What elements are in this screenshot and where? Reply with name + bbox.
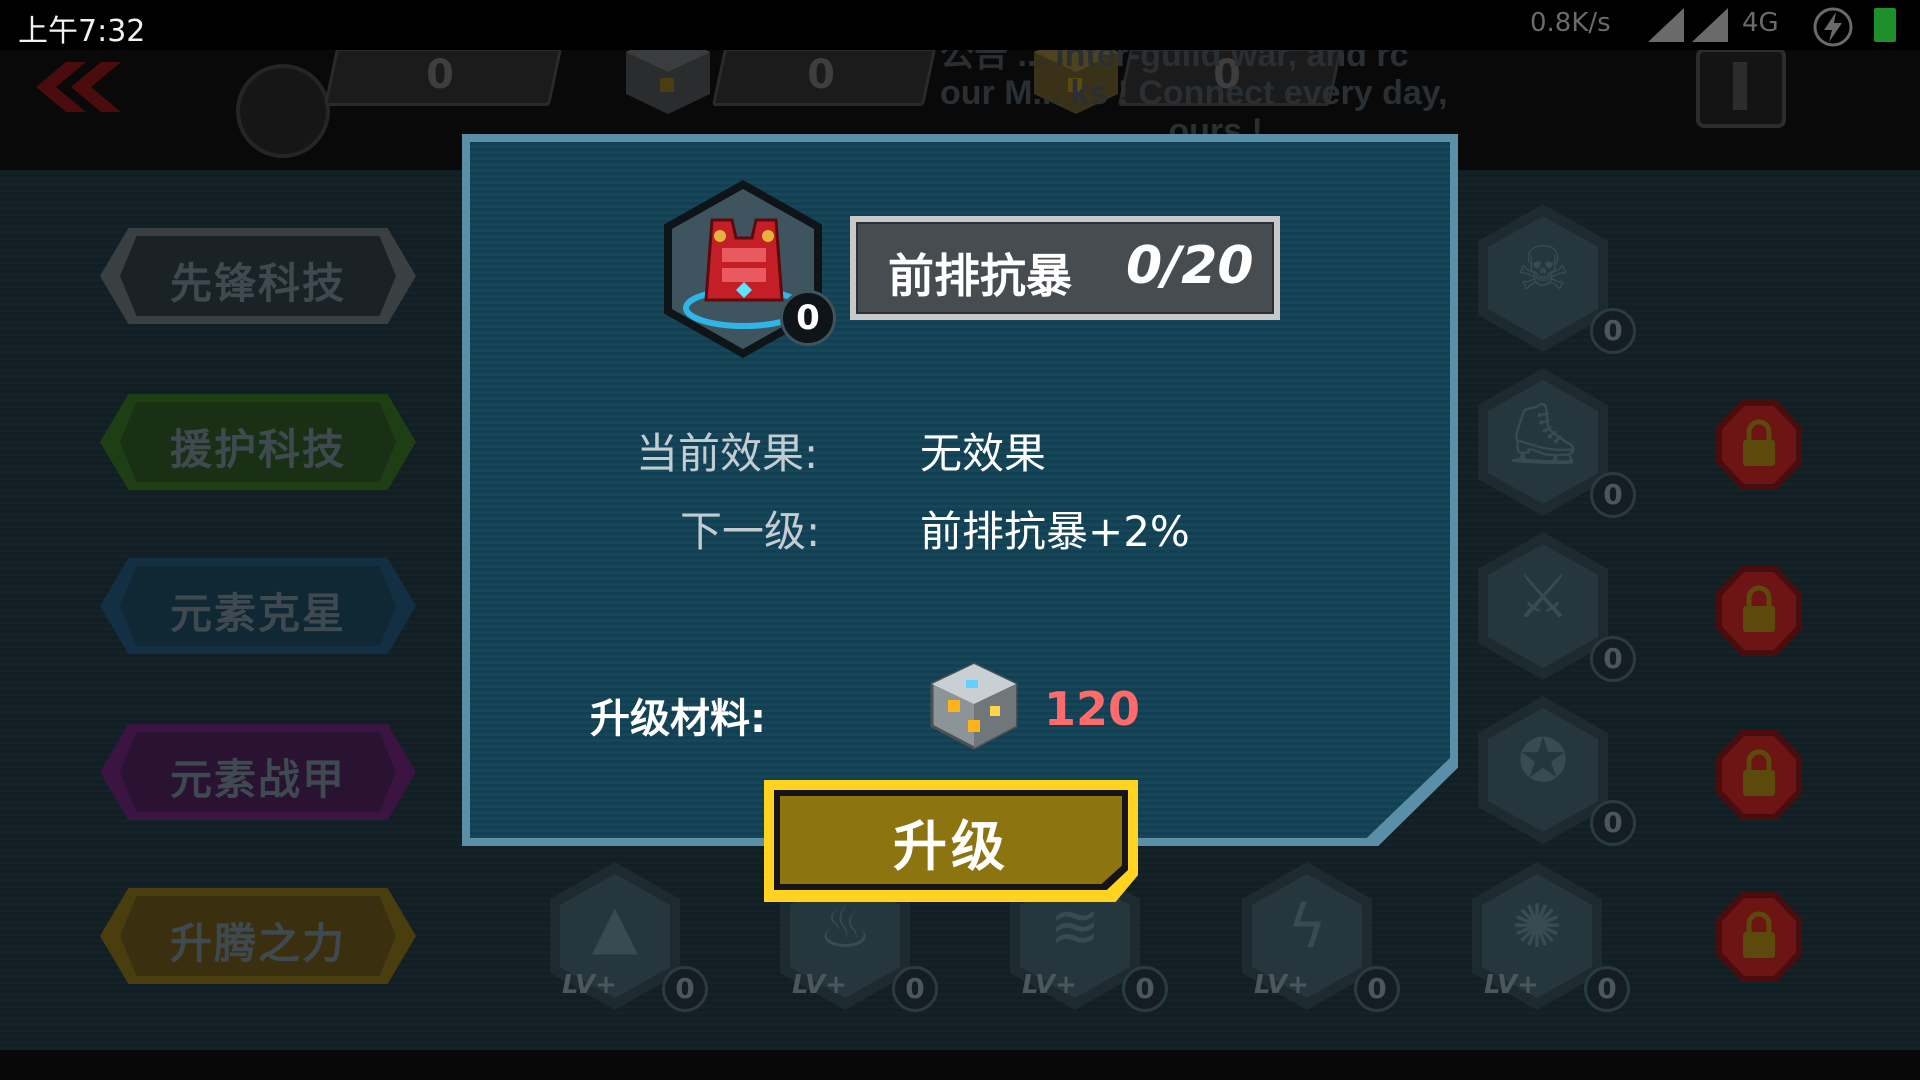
lock-icon [1743, 911, 1775, 958]
category-label: 先锋科技 [169, 259, 346, 308]
category-vanguard-tech[interactable]: 先锋科技 [100, 228, 416, 324]
category-label: 援护科技 [169, 425, 346, 474]
network-speed: 0.8K/s [1530, 8, 1611, 38]
locked-slot[interactable] [1716, 400, 1802, 490]
slot-count: 0 [1590, 636, 1636, 682]
lv-plus-label: LV+ [562, 970, 617, 1000]
category-label: 元素克星 [169, 589, 346, 638]
slot-count: 0 [1584, 966, 1630, 1012]
skill-slot-orbit[interactable]: ✪ 0 [1478, 696, 1636, 846]
skill-slot-skull[interactable]: ☠ 0 [1478, 204, 1636, 354]
slot-count: 0 [1122, 966, 1168, 1012]
lv-plus-label: LV+ [1484, 970, 1539, 1000]
lv-plus-label: LV+ [1254, 970, 1309, 1000]
upgrade-button[interactable]: 升级 [764, 780, 1138, 902]
skill-slot-blade[interactable]: ⚔ 0 [1478, 532, 1636, 682]
next-level-label: 下一级: [680, 507, 821, 556]
material-label: 升级材料: [590, 696, 766, 742]
lv-plus-label: LV+ [1022, 970, 1077, 1000]
lightning-icon: ϟ [1287, 892, 1327, 962]
bottom-bar [0, 1050, 1920, 1080]
locked-slot[interactable] [1716, 566, 1802, 656]
skill-slot-boot[interactable]: ⛸ 0 [1478, 368, 1636, 518]
back-button[interactable] [36, 62, 126, 112]
resource-value-medal: 0 [426, 52, 454, 98]
skill-slot-mountain[interactable]: ▲ LV+ 0 [550, 862, 708, 1012]
category-support-tech[interactable]: 援护科技 [100, 394, 416, 490]
item-count-badge: 0 [780, 290, 836, 346]
silver-cube-icon [930, 662, 1018, 750]
slot-count: 0 [892, 966, 938, 1012]
info-button[interactable] [1696, 48, 1786, 128]
signal-icon [1692, 8, 1728, 42]
category-label: 升腾之力 [169, 919, 346, 968]
mountain-icon: ▲ [591, 892, 639, 962]
category-element-armor[interactable]: 元素战甲 [100, 724, 416, 820]
category-label: 元素战甲 [169, 755, 346, 804]
battery-icon [1874, 8, 1896, 42]
signal-icon [1648, 8, 1684, 42]
resource-value-silver: 0 [807, 52, 835, 98]
orbit-icon: ✪ [1517, 726, 1569, 796]
upgrade-button-label: 升级 [893, 815, 1009, 878]
network-type: 4G [1742, 8, 1779, 38]
lv-plus-label: LV+ [792, 970, 847, 1000]
skill-name: 前排抗暴 [888, 249, 1072, 303]
skull-icon: ☠ [1516, 234, 1570, 304]
slot-count: 0 [1590, 472, 1636, 518]
locked-slot[interactable] [1716, 730, 1802, 820]
next-level-value: 前排抗暴+2% [920, 507, 1190, 556]
ticker-line: our M... ks ! Connect every day, [940, 74, 1448, 112]
announcement-ticker: 公告 ... inter-guild war, and rc our M... … [940, 36, 1700, 150]
water-icon: ≋ [1049, 892, 1101, 962]
skill-slot-lightning[interactable]: ϟ LV+ 0 [1242, 862, 1400, 1012]
current-effect-label: 当前效果: [636, 429, 819, 478]
medal-icon [236, 64, 330, 158]
slot-count: 0 [1354, 966, 1400, 1012]
slot-count: 0 [1590, 800, 1636, 846]
boot-icon: ⛸ [1504, 399, 1582, 469]
status-bar: 上午7:32 0.8K/s 4G [0, 0, 1920, 50]
lock-icon [1743, 585, 1775, 632]
wind-icon: ✺ [1511, 892, 1563, 962]
category-ascension-power[interactable]: 升腾之力 [100, 888, 416, 984]
lock-icon [1743, 749, 1775, 796]
material-cost: 120 [1044, 682, 1141, 736]
slot-count: 0 [662, 966, 708, 1012]
slot-count: 0 [1590, 308, 1636, 354]
skill-level: 0/20 [1126, 236, 1254, 296]
fire-icon: ♨ [818, 892, 872, 962]
locked-slot[interactable] [1716, 892, 1802, 982]
status-time: 上午7:32 [18, 14, 146, 49]
charging-icon [1813, 7, 1853, 47]
lock-icon [1743, 419, 1775, 466]
blade-icon: ⚔ [1516, 562, 1570, 632]
skill-title-box: 前排抗暴 0/20 [850, 216, 1280, 320]
category-element-nemesis[interactable]: 元素克星 [100, 558, 416, 654]
skill-slot-wind[interactable]: ✺ LV+ 0 [1472, 862, 1630, 1012]
current-effect-value: 无效果 [920, 429, 1047, 478]
